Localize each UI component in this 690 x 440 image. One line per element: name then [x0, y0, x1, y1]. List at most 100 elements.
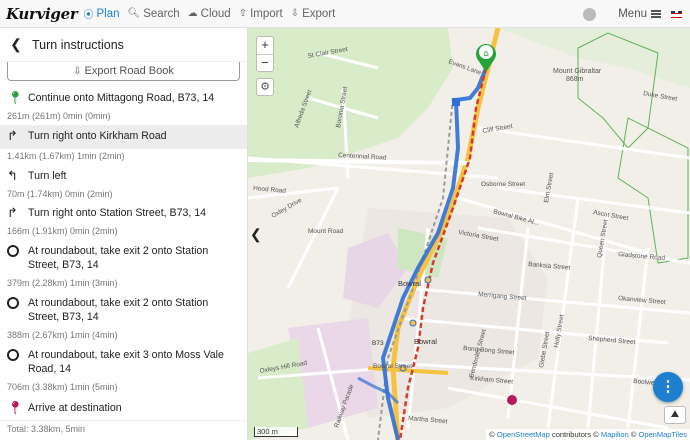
export-road-book-button[interactable]: ⇩ Export Road Book — [7, 62, 240, 81]
roundabout-marker — [424, 276, 432, 284]
mapilion-link[interactable]: Mapilion — [601, 430, 629, 439]
instruction-text: Arrive at destination — [28, 402, 122, 414]
turn-left-icon: ↰ — [7, 168, 18, 183]
label-martha: Martha Street — [408, 415, 448, 425]
panel-header: ❮ Turn instructions — [0, 28, 247, 62]
nav-cloud[interactable]: ☁ Cloud — [188, 8, 231, 20]
instruction-item[interactable]: At roundabout, take exit 2 onto Station … — [0, 241, 247, 289]
instruction-meta: 706m (3.38km) 1min (5min) — [7, 382, 118, 392]
label-elm: Elm Street — [543, 172, 555, 203]
label-mount-gibraltar-elev: 868m — [566, 76, 584, 83]
nav-import-label: Import — [250, 7, 283, 20]
destination-pin-icon: 📍︎ — [7, 400, 24, 415]
instruction-item[interactable]: ↱ Turn right onto Station Street, B73, 1… — [0, 203, 247, 237]
search-icon: 🔍︎ — [127, 8, 141, 19]
elevation-profile-icon[interactable]: ⛰ — [664, 406, 686, 424]
top-navbar: Kurviger ⦿ Plan 🔍︎ Search ☁ Cloud ⇧ Impo… — [0, 0, 690, 28]
brand-logo[interactable]: Kurviger — [6, 5, 78, 23]
panel-title: Turn instructions — [32, 37, 124, 52]
map-attribution: © OpenStreetMap contributors © Mapilion … — [486, 429, 690, 440]
map-canvas[interactable]: ⌂ St Clair Street Alfreda Street Boronia… — [248, 28, 690, 440]
map-view[interactable]: ⌂ St Clair Street Alfreda Street Boronia… — [248, 28, 690, 440]
reserve-boundary-2 — [617, 117, 689, 264]
mountain-area — [498, 28, 690, 88]
nav-plan[interactable]: ⦿ Plan — [83, 6, 120, 22]
nav-plan-label: Plan — [96, 7, 120, 20]
hamburger-icon[interactable] — [651, 10, 661, 18]
roundabout-icon — [7, 296, 28, 312]
instruction-item[interactable]: At roundabout, take exit 2 onto Station … — [0, 293, 247, 341]
roundabout-icon — [7, 244, 28, 260]
nav-right: Menu — [583, 0, 682, 28]
label-gladstone: Gladstone Road — [618, 251, 666, 262]
download-icon: ⇩ — [73, 65, 82, 77]
instruction-text: At roundabout, take exit 3 onto Moss Val… — [28, 349, 224, 375]
label-oxley: Oxley Drive — [271, 197, 304, 220]
poi-marker — [507, 395, 517, 405]
label-holly: Holly Street — [553, 314, 566, 348]
turn-right-icon: ↱ — [7, 128, 18, 143]
layers-icon[interactable]: ⚙ — [256, 78, 274, 96]
label-bowral-center: Bowral — [414, 337, 437, 346]
osm-link[interactable]: OpenStreetMap — [497, 430, 550, 439]
instruction-item[interactable]: 📍︎ Continue onto Mittagong Road, B73, 14… — [0, 88, 247, 122]
instruction-text: At roundabout, take exit 2 onto Station … — [28, 245, 209, 271]
scale-bar: 300 m — [254, 427, 298, 437]
download-icon: ⇩ — [290, 8, 300, 19]
attribution-contributors: contributors © — [551, 430, 599, 439]
label-bowral-street: Bowral Street — [373, 363, 412, 370]
turn-marker — [452, 98, 460, 106]
label-mount: Mount Road — [308, 228, 344, 235]
green-area-south — [248, 338, 308, 440]
label-b73: B73 — [372, 340, 384, 347]
label-duke: Duke Street — [643, 90, 678, 103]
cloud-icon: ☁ — [187, 8, 198, 19]
instruction-item[interactable]: 📍︎ Arrive at destination — [0, 398, 247, 415]
start-pin-icon: 📍︎ — [7, 90, 24, 105]
instruction-meta: 70m (1.74km) 0min (2min) — [7, 189, 113, 199]
collapse-panel-icon[interactable]: ❮ — [250, 226, 262, 243]
instruction-meta: 1.41km (1.67km) 1min (2min) — [7, 151, 125, 161]
nav-search[interactable]: 🔍︎ Search — [128, 8, 180, 20]
instruction-meta: 261m (261m) 0min (0min) — [7, 111, 111, 121]
nav-import[interactable]: ⇧ Import — [239, 8, 283, 20]
attribution-prefix: © — [489, 430, 495, 439]
instruction-text: Turn left — [28, 170, 67, 182]
menu-button[interactable]: Menu — [618, 8, 647, 20]
attribution-sep: © — [630, 430, 637, 439]
label-hood: Hood Road — [253, 185, 287, 195]
instruction-text: Turn right onto Station Street, B73, 14 — [28, 207, 207, 219]
turn-right-icon: ↱ — [7, 205, 18, 220]
nav-export-label: Export — [302, 7, 336, 20]
roundabout-icon — [7, 348, 28, 364]
label-ascot: Ascot Street — [593, 209, 629, 222]
instruction-item[interactable]: ↱ Turn right onto Kirkham Road — [0, 125, 247, 149]
label-osborne: Osborne Street — [481, 181, 525, 188]
map-marker-icon: ⦿ — [83, 10, 94, 21]
route-total: Total: 3.38km, 5min — [7, 424, 86, 434]
zoom-in-button[interactable]: + — [257, 37, 273, 54]
avatar[interactable] — [583, 7, 597, 21]
zoom-control: + − — [256, 36, 274, 72]
uk-flag-icon[interactable] — [671, 10, 682, 18]
roundabout-marker — [409, 319, 417, 327]
nav-search-label: Search — [143, 7, 180, 20]
instruction-meta: 379m (2.28km) 1min (3min) — [7, 278, 118, 288]
turn-instructions-panel: ❮ Turn instructions ⇩ Export Road Book 📍… — [0, 28, 248, 440]
instruction-item[interactable]: At roundabout, take exit 3 onto Moss Val… — [0, 345, 247, 393]
openmaptiles-link[interactable]: OpenMapTiles — [639, 430, 688, 439]
svg-text:⌂: ⌂ — [483, 49, 489, 59]
label-mount-gibraltar: Mount Gibraltar — [553, 68, 602, 75]
zoom-out-button[interactable]: − — [257, 54, 273, 71]
instruction-text: Turn right onto Kirkham Road — [28, 130, 167, 142]
upload-icon: ⇧ — [238, 8, 248, 19]
instruction-text: At roundabout, take exit 2 onto Station … — [28, 297, 209, 323]
export-road-book-label: Export Road Book — [84, 65, 174, 77]
more-options-button[interactable]: ⋮ — [653, 372, 683, 402]
instruction-text: Continue onto Mittagong Road, B73, 14 — [28, 92, 215, 104]
nav-export[interactable]: ⇩ Export — [291, 8, 336, 20]
instruction-meta: 388m (2.67km) 1min (4min) — [7, 330, 118, 340]
instruction-item[interactable]: ↰ Turn left 70m (1.74km) 0min (2min) — [0, 166, 247, 200]
label-bowral: Bowral — [398, 279, 421, 288]
back-arrow-icon[interactable]: ❮ — [0, 36, 32, 53]
